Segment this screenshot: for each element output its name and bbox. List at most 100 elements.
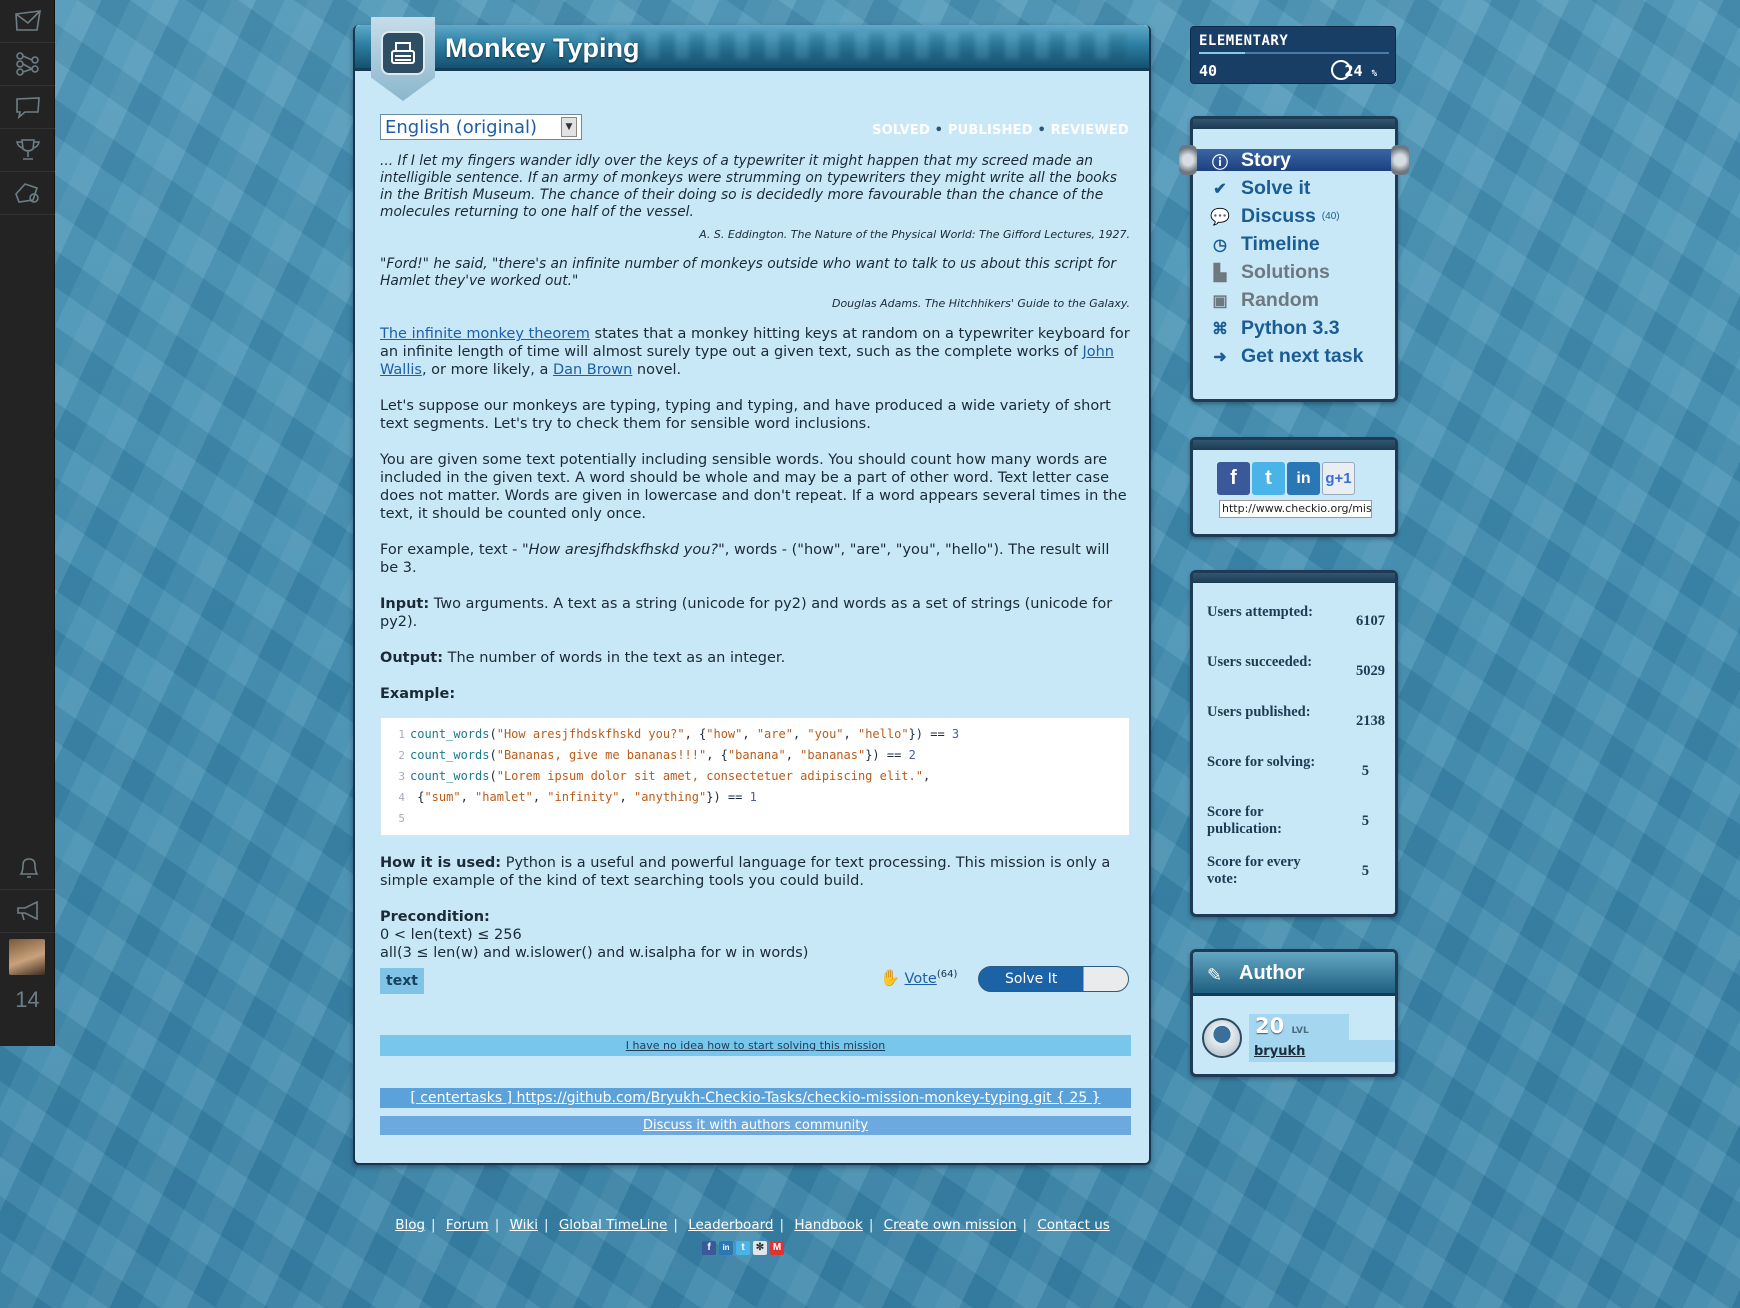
footer-link-handbook[interactable]: Handbook bbox=[794, 1217, 862, 1233]
discuss-community-link[interactable]: Discuss it with authors community bbox=[643, 1118, 868, 1133]
nav-item-next-task[interactable]: ➜ Get next task bbox=[1209, 345, 1363, 368]
help-link[interactable]: I have no idea how to start solving this… bbox=[626, 1039, 885, 1052]
intro-text-3: novel. bbox=[632, 362, 682, 378]
footer-link-create-mission[interactable]: Create own mission bbox=[884, 1217, 1017, 1233]
line-number: 1 bbox=[398, 728, 405, 741]
code-punct: }) == bbox=[706, 790, 750, 804]
page-title: Monkey Typing bbox=[445, 33, 640, 63]
nav-item-label: Solve it bbox=[1241, 177, 1311, 199]
status-solved: SOLVED bbox=[872, 123, 930, 138]
code-string: "anything" bbox=[633, 790, 707, 804]
social-buttons: f t in g+1 bbox=[1217, 462, 1355, 495]
stat-value: 5 bbox=[1361, 813, 1369, 829]
footer-social: f in t ✻ M bbox=[702, 1241, 784, 1255]
footer-link-wiki[interactable]: Wiki bbox=[510, 1217, 538, 1233]
mission-description: ... If I let my fingers wander idly over… bbox=[380, 153, 1130, 962]
footer-link-leaderboard[interactable]: Leaderboard bbox=[688, 1217, 773, 1233]
megaphone-icon[interactable] bbox=[0, 890, 55, 933]
mission-tag[interactable]: text bbox=[380, 968, 424, 994]
nav-item-label: Random bbox=[1241, 289, 1319, 311]
author-avatar[interactable] bbox=[1202, 1018, 1242, 1058]
share-icon[interactable]: ✻ bbox=[753, 1241, 767, 1255]
code-string: "hello" bbox=[857, 727, 909, 741]
code-line: 2 count_words("Bananas, give me bananas!!… bbox=[381, 745, 1129, 766]
check-icon: ✔ bbox=[1213, 180, 1227, 198]
author-level-value: 20 bbox=[1255, 1014, 1285, 1038]
line-number: 5 bbox=[398, 812, 405, 825]
nav-item-python[interactable]: ⌘ Python 3.3 bbox=[1209, 317, 1340, 340]
precondition-label: Precondition: bbox=[380, 909, 490, 925]
mail-icon[interactable] bbox=[0, 0, 55, 43]
author-title: Author bbox=[1239, 962, 1305, 984]
chat-icon[interactable] bbox=[0, 86, 55, 129]
author-link[interactable]: bryukh bbox=[1254, 1044, 1305, 1059]
stat-label: Users published: bbox=[1207, 704, 1311, 720]
code-string: "hamlet" bbox=[475, 790, 533, 804]
vote-link[interactable]: Vote bbox=[905, 971, 937, 987]
footer-link-contact[interactable]: Contact us bbox=[1037, 1217, 1109, 1233]
thumbs-up-icon[interactable]: ✋ bbox=[880, 968, 900, 987]
linkedin-icon[interactable]: in bbox=[719, 1241, 733, 1255]
code-line: 1 count_words("How aresjfhdskfhskd you?",… bbox=[381, 724, 1129, 745]
nav-item-timeline[interactable]: ◷ Timeline bbox=[1209, 233, 1320, 256]
code-number: 1 bbox=[749, 790, 757, 804]
output-paragraph: Output: The number of words in the text … bbox=[380, 649, 1130, 667]
nav-item-random[interactable]: ▣ Random bbox=[1209, 289, 1319, 312]
stat-score-publication: Score for publication: 5 bbox=[1207, 804, 1385, 838]
facebook-icon[interactable]: f bbox=[702, 1241, 716, 1255]
share-url-field[interactable]: http://www.checkio.org/mission/monkey-ty… bbox=[1219, 500, 1372, 518]
nav-item-discuss[interactable]: 💬 Discuss (40) bbox=[1209, 205, 1340, 228]
code-line: 4 {"sum", "hamlet", "infinity", "anythin… bbox=[381, 787, 1129, 808]
card-top bbox=[1193, 119, 1395, 129]
infinite-monkey-theorem-link[interactable]: The infinite monkey theorem bbox=[380, 326, 590, 342]
mail-icon[interactable]: M bbox=[770, 1241, 784, 1255]
nav-item-story[interactable]: ⓘ Story bbox=[1209, 149, 1291, 172]
stat-label: Users attempted: bbox=[1207, 604, 1313, 620]
repo-link[interactable]: [ centertasks ] https://github.com/Bryuk… bbox=[410, 1090, 1100, 1106]
code-string: "sum" bbox=[424, 790, 461, 804]
dan-brown-link[interactable]: Dan Brown bbox=[553, 362, 632, 378]
author-level: 20 LVL bbox=[1249, 1014, 1349, 1040]
bell-icon[interactable] bbox=[0, 847, 55, 890]
google-plus-icon[interactable]: g+1 bbox=[1322, 462, 1355, 495]
stat-value: 5 bbox=[1361, 863, 1369, 879]
vote-count: (64) bbox=[936, 969, 958, 981]
nav-item-solve[interactable]: ✔ Solve it bbox=[1209, 177, 1310, 200]
tree-icon[interactable] bbox=[0, 43, 55, 86]
code-function: count_words bbox=[410, 748, 490, 762]
example-pre: For example, text - " bbox=[380, 542, 529, 558]
twitter-icon[interactable]: t bbox=[1252, 462, 1285, 495]
random-icon: ▣ bbox=[1212, 292, 1228, 310]
footer-link-forum[interactable]: Forum bbox=[446, 1217, 489, 1233]
twitter-icon[interactable]: t bbox=[736, 1241, 750, 1255]
code-string: "bananas" bbox=[800, 748, 866, 762]
stat-label: Score for publication: bbox=[1207, 804, 1282, 837]
code-punct: , bbox=[619, 790, 634, 804]
level-score: 40 bbox=[1199, 62, 1218, 80]
code-punct: , { bbox=[706, 748, 728, 762]
knob-icon bbox=[1391, 145, 1409, 175]
quote-eddington-source: A. S. Eddington. The Nature of the Physi… bbox=[699, 228, 1130, 241]
nav-item-solutions[interactable]: ▙ Solutions bbox=[1209, 261, 1330, 284]
code-string: "Lorem ipsum dolor sit amet, consectetue… bbox=[496, 769, 923, 783]
settings-map-icon[interactable] bbox=[0, 172, 55, 215]
linkedin-icon[interactable]: in bbox=[1287, 462, 1320, 495]
avatar[interactable] bbox=[9, 939, 45, 975]
code-string: "Bananas, give me bananas!!!" bbox=[496, 748, 707, 762]
chevron-down-icon: ▼ bbox=[561, 117, 577, 137]
facebook-icon[interactable]: f bbox=[1217, 462, 1250, 495]
language-select[interactable]: English (original) ▼ bbox=[380, 114, 582, 140]
language-select-value: English (original) bbox=[385, 116, 538, 138]
author-level-unit: LVL bbox=[1291, 1026, 1309, 1036]
nav-item-label: Story bbox=[1241, 149, 1291, 171]
trophy-icon[interactable] bbox=[0, 129, 55, 172]
footer-link-blog[interactable]: Blog bbox=[395, 1217, 425, 1233]
intro-text-2: , or more likely, a bbox=[421, 362, 553, 378]
code-punct: , bbox=[532, 790, 548, 804]
footer-link-timeline[interactable]: Global TimeLine bbox=[559, 1217, 668, 1233]
code-punct: , bbox=[785, 748, 801, 762]
level-percent-value: 24 bbox=[1344, 62, 1363, 80]
solve-it-button[interactable]: Solve It bbox=[978, 966, 1129, 992]
stat-value: 6107 bbox=[1356, 613, 1385, 629]
input-paragraph: Input: Two arguments. A text as a string… bbox=[380, 595, 1130, 631]
